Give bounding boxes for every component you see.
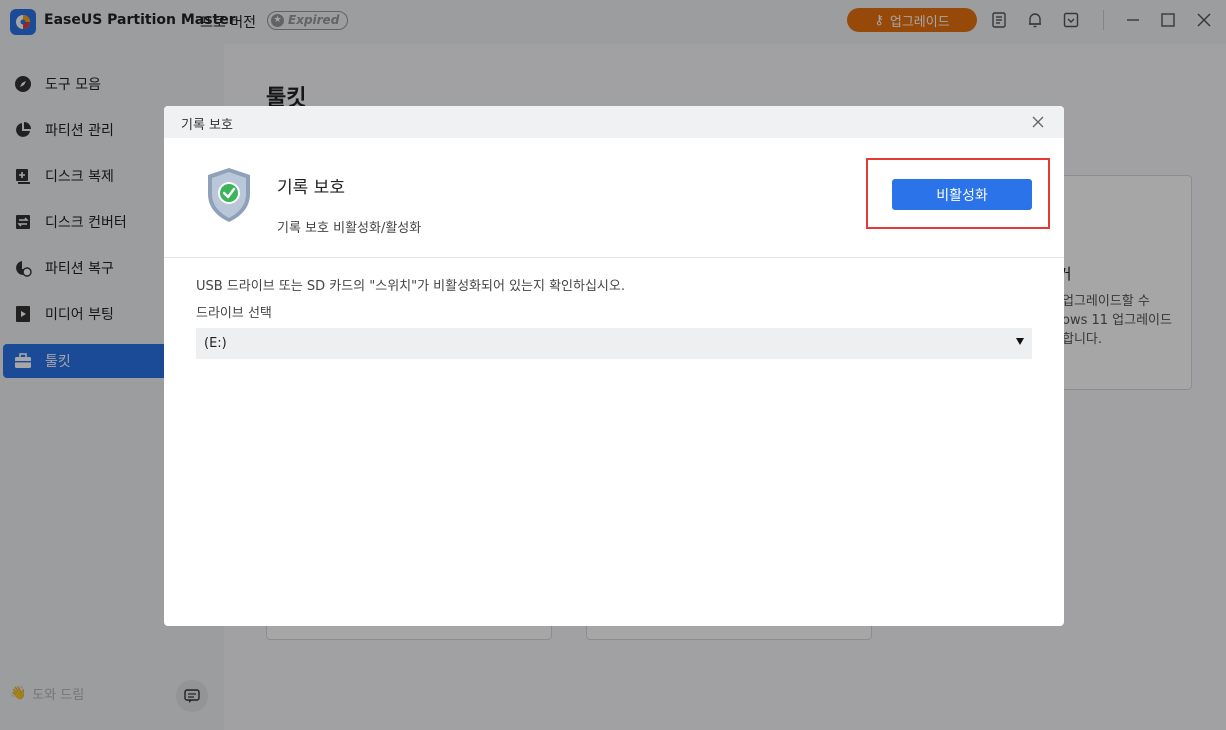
disable-button[interactable]: 비활성화 <box>892 179 1032 210</box>
feature-subtitle: 기록 보호 비활성화/활성화 <box>277 221 422 236</box>
write-protection-dialog: 기록 보호 기록 보호 기록 보호 비활성화/활성화 비활성화 USB 드라이브… <box>164 106 1064 626</box>
shield-check-icon <box>208 168 250 222</box>
dialog-divider <box>164 257 1064 258</box>
drive-select-value: (E:) <box>204 336 227 351</box>
drive-select-label: 드라이브 선택 <box>196 306 272 321</box>
close-icon[interactable] <box>1030 114 1046 130</box>
drive-select[interactable]: (E:) <box>196 328 1032 359</box>
feature-title: 기록 보호 <box>277 178 345 198</box>
dialog-title: 기록 보호 <box>181 118 233 133</box>
dialog-header: 기록 보호 <box>164 106 1064 138</box>
chevron-down-icon <box>1016 338 1024 345</box>
info-text: USB 드라이브 또는 SD 카드의 "스위치"가 비활성화되어 있는지 확인하… <box>196 279 625 294</box>
